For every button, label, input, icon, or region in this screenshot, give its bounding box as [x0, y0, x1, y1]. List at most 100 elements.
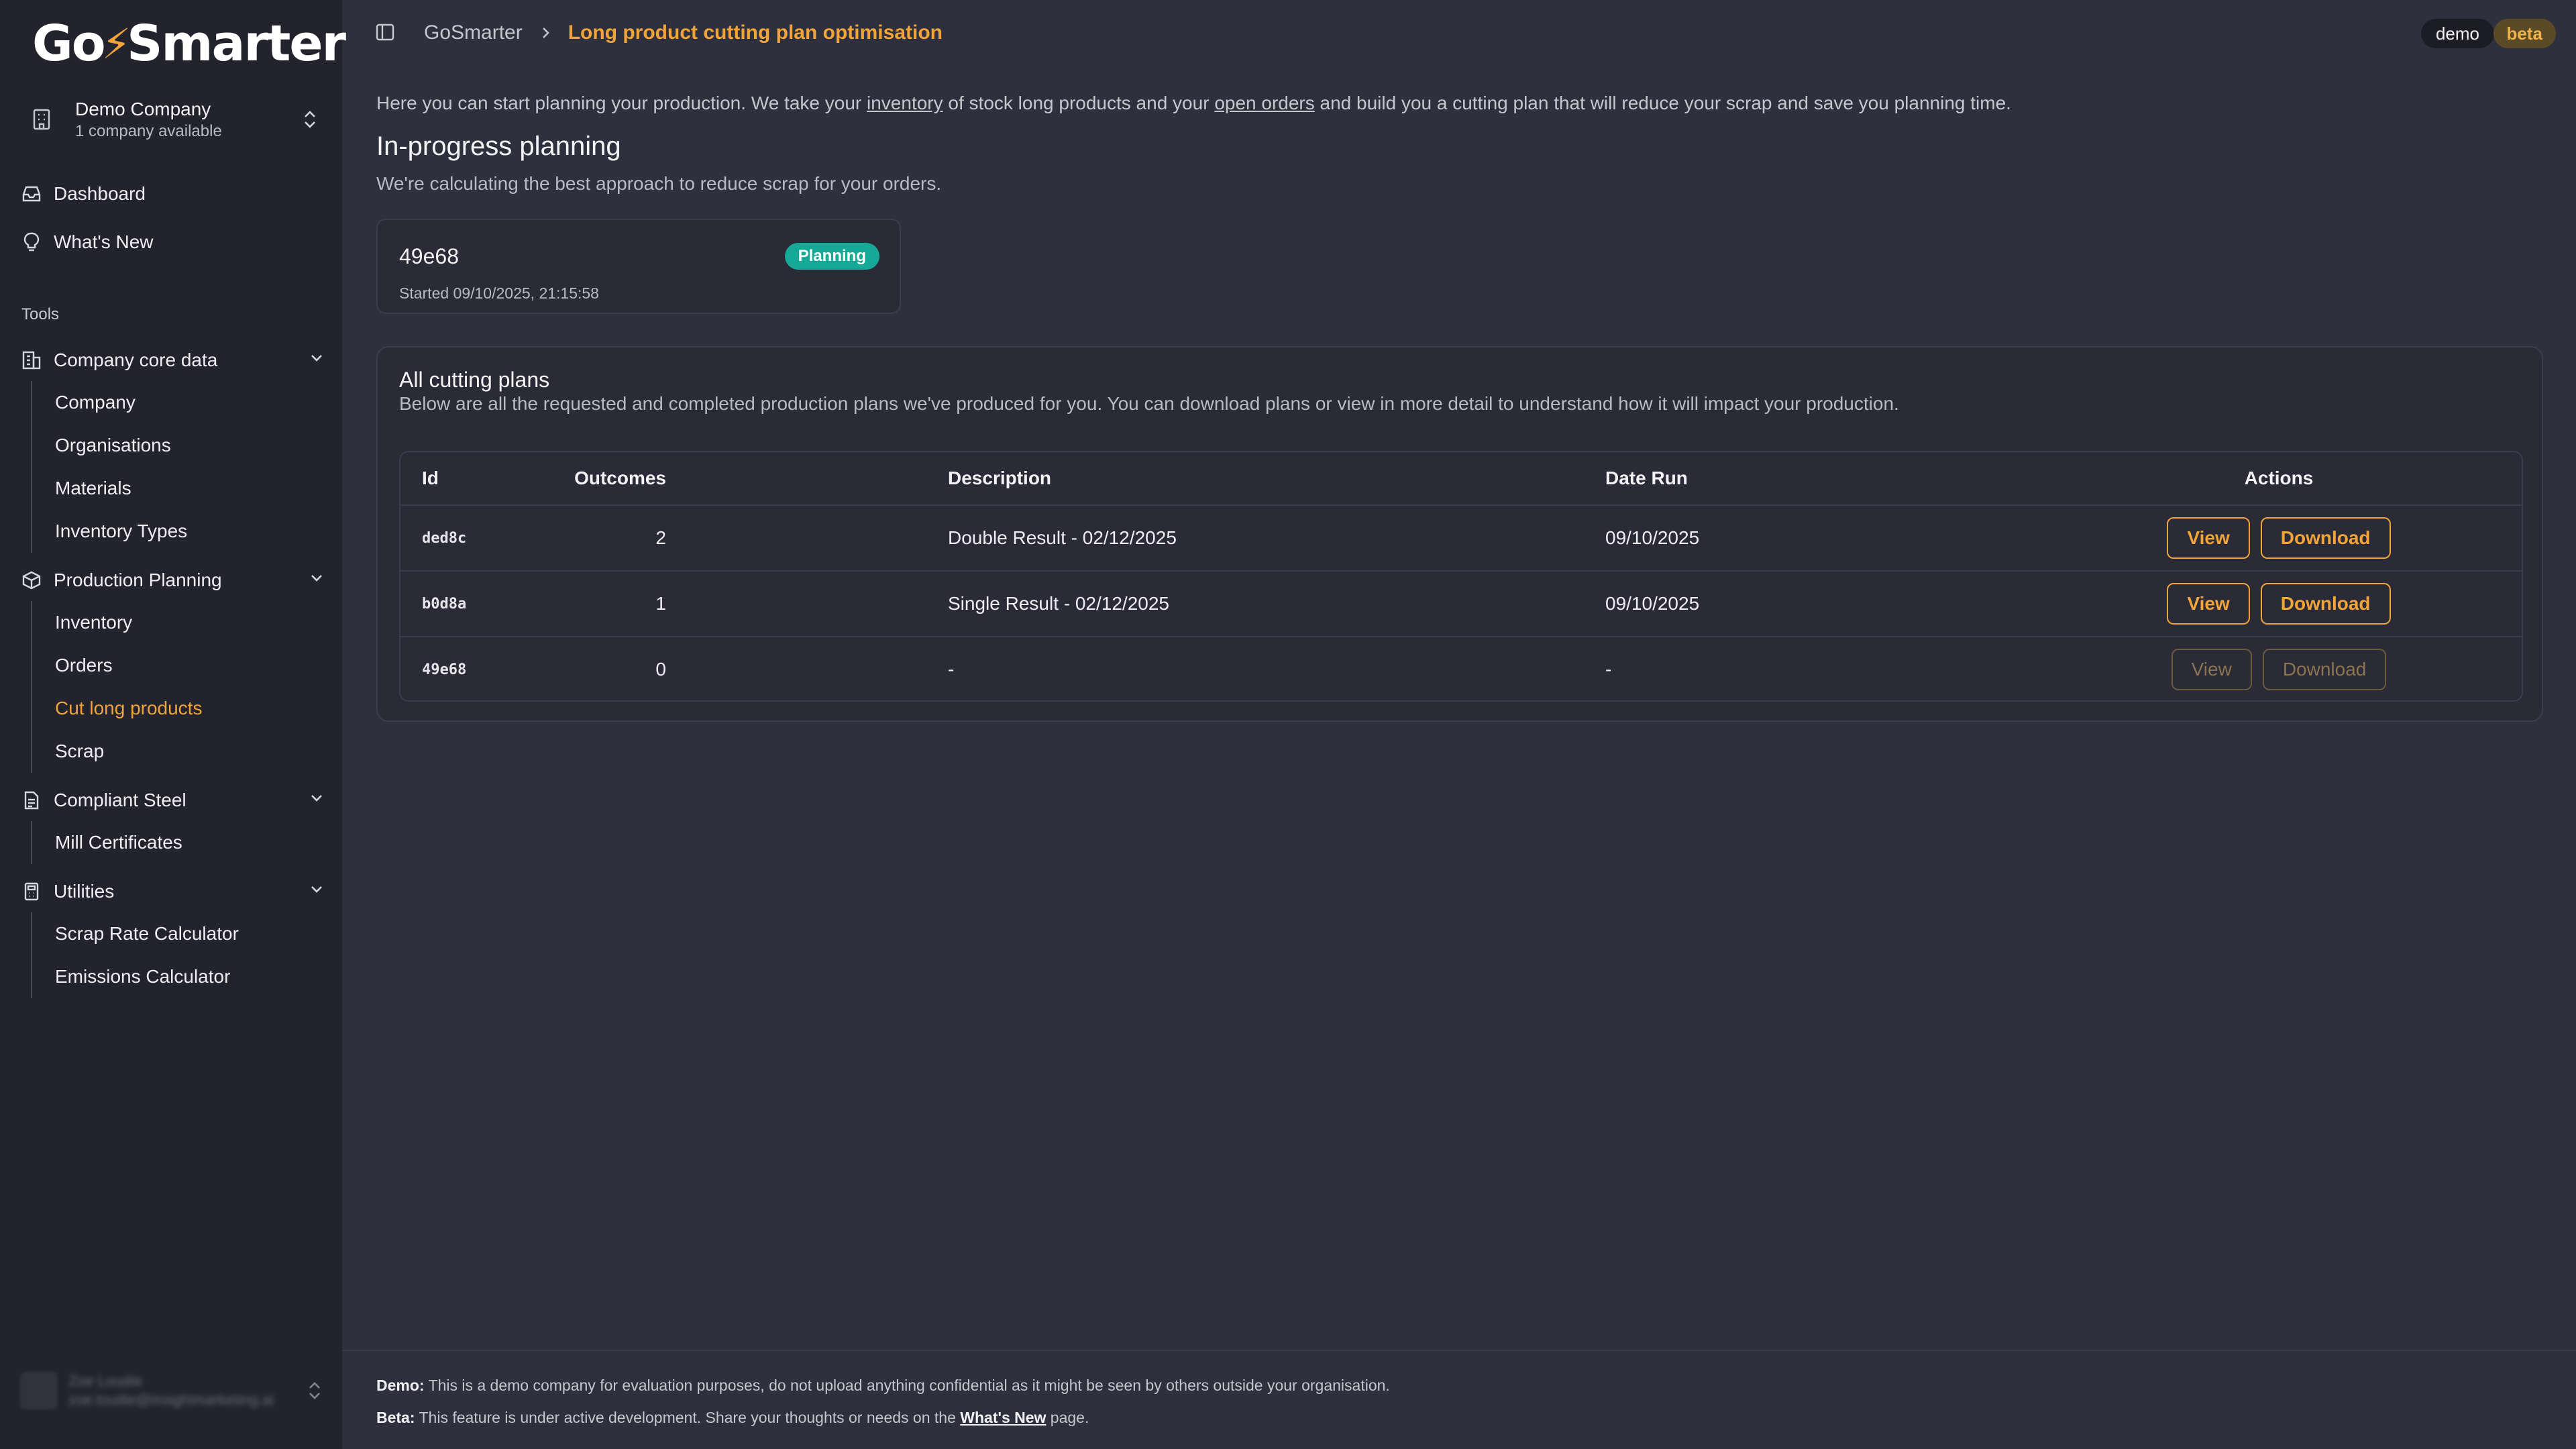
nav-inventory[interactable]: Inventory — [32, 601, 202, 644]
row-actions: View Download — [2118, 506, 2440, 570]
cutting-plans-title: All cutting plans — [399, 368, 550, 392]
avatar — [20, 1372, 58, 1409]
download-button-disabled: Download — [2262, 649, 2387, 690]
in-progress-plan-card[interactable]: 49e68 Planning Started 09/10/2025, 21:15… — [376, 219, 901, 314]
inventory-link[interactable]: inventory — [867, 93, 943, 113]
row-outcomes: 0 — [655, 659, 666, 680]
row-id: ded8c — [422, 529, 467, 547]
nav-dashboard[interactable]: Dashboard — [20, 177, 326, 211]
chevron-down-icon — [307, 789, 326, 808]
nav-orders[interactable]: Orders — [32, 644, 202, 687]
row-description: - — [948, 659, 955, 680]
user-name: Zoe Loudie — [68, 1373, 143, 1389]
building-icon — [20, 349, 43, 372]
cutting-plans-panel: All cutting plans Below are all the requ… — [376, 346, 2543, 722]
beta-badge: beta — [2493, 19, 2556, 48]
col-outcomes: Outcomes — [574, 468, 666, 488]
bolt-icon: ⚡ — [101, 19, 131, 68]
intro-text: Here you can start planning your product… — [376, 93, 2011, 113]
chevron-right-icon — [539, 25, 552, 41]
row-outcomes: 1 — [655, 593, 666, 614]
nav-company-core-data[interactable]: Company core data — [20, 343, 326, 377]
compliant-subnav: Mill Certificates — [31, 821, 182, 864]
beta-notice: Beta: This feature is under active devel… — [376, 1409, 1089, 1426]
nav-cut-long-products[interactable]: Cut long products — [32, 687, 202, 730]
nav-inventory-types[interactable]: Inventory Types — [32, 510, 187, 553]
row-outcomes: 2 — [655, 527, 666, 548]
chevrons-up-down-icon — [297, 109, 323, 130]
sidebar-toggle-icon[interactable] — [374, 21, 396, 43]
download-button[interactable]: Download — [2260, 583, 2391, 625]
row-description: Single Result - 02/12/2025 — [948, 593, 1169, 614]
col-description: Description — [948, 468, 1052, 488]
col-id: Id — [422, 468, 439, 488]
company-switcher[interactable]: Demo Company 1 company available — [21, 94, 323, 145]
table-row: b0d8a 1 Single Result - 02/12/2025 09/10… — [400, 572, 2522, 637]
cutting-plans-description: Below are all the requested and complete… — [399, 393, 1899, 414]
chevron-down-icon — [307, 569, 326, 588]
open-orders-link[interactable]: open orders — [1214, 93, 1314, 113]
row-date-run: 09/10/2025 — [1605, 593, 1700, 614]
chevron-down-icon — [307, 880, 326, 899]
view-button[interactable]: View — [2167, 517, 2250, 559]
table-row: 49e68 0 - - View Download — [400, 637, 2522, 700]
nav-compliant-steel[interactable]: Compliant Steel — [20, 784, 326, 817]
row-description: Double Result - 02/12/2025 — [948, 527, 1177, 548]
plan-id: 49e68 — [399, 244, 459, 268]
nav-company[interactable]: Company — [32, 381, 187, 424]
whats-new-link[interactable]: What's New — [960, 1409, 1046, 1426]
download-button[interactable]: Download — [2260, 517, 2391, 559]
row-actions: View Download — [2118, 572, 2440, 636]
view-button[interactable]: View — [2167, 583, 2250, 625]
nav-emissions-calculator[interactable]: Emissions Calculator — [32, 955, 239, 998]
company-name: Demo Company — [75, 99, 211, 119]
utilities-subnav: Scrap Rate Calculator Emissions Calculat… — [31, 912, 239, 998]
user-email: zoe.loudie@insightmarketing.ai — [68, 1391, 274, 1408]
in-progress-subtitle: We're calculating the best approach to r… — [376, 173, 942, 194]
building-icon — [21, 108, 62, 131]
row-id: b0d8a — [422, 595, 467, 612]
demo-notice: Demo: This is a demo company for evaluat… — [376, 1377, 1390, 1394]
cutting-plans-table: Id Outcomes Description Date Run Actions… — [399, 451, 2523, 702]
row-id: 49e68 — [422, 661, 467, 678]
breadcrumb: GoSmarter Long product cutting plan opti… — [424, 21, 943, 44]
breadcrumb-root[interactable]: GoSmarter — [424, 21, 523, 44]
calculator-icon — [20, 880, 43, 903]
nav-whats-new[interactable]: What's New — [20, 225, 326, 259]
file-text-icon — [20, 789, 43, 812]
user-menu[interactable]: Zoe Loudie zoe.loudie@insightmarketing.a… — [20, 1368, 322, 1413]
inbox-icon — [20, 182, 43, 205]
breadcrumb-current: Long product cutting plan optimisation — [568, 21, 943, 44]
nav-utilities[interactable]: Utilities — [20, 875, 326, 908]
tools-section-label: Tools — [21, 305, 60, 323]
chevrons-up-down-icon — [307, 1380, 322, 1401]
in-progress-title: In-progress planning — [376, 131, 621, 161]
nav-scrap-rate-calculator[interactable]: Scrap Rate Calculator — [32, 912, 239, 955]
lightbulb-icon — [20, 231, 43, 254]
status-badge: Planning — [784, 243, 879, 270]
table-header: Id Outcomes Description Date Run Actions — [400, 452, 2522, 506]
top-bar: GoSmarter Long product cutting plan opti… — [342, 0, 2576, 67]
app-logo[interactable]: Go ⚡ Smarter — [32, 15, 346, 72]
nav-mill-certificates[interactable]: Mill Certificates — [32, 821, 182, 864]
plan-started-at: Started 09/10/2025, 21:15:58 — [399, 284, 599, 302]
chevron-down-icon — [307, 349, 326, 368]
row-date-run: - — [1605, 659, 1612, 680]
package-icon — [20, 569, 43, 592]
view-button-disabled: View — [2171, 649, 2252, 690]
row-actions: View Download — [2118, 637, 2440, 700]
production-subnav: Inventory Orders Cut long products Scrap — [31, 601, 202, 773]
row-date-run: 09/10/2025 — [1605, 527, 1700, 548]
col-date-run: Date Run — [1605, 468, 1688, 488]
nav-materials[interactable]: Materials — [32, 467, 187, 510]
demo-badge: demo — [2420, 19, 2494, 48]
page-footer: Demo: This is a demo company for evaluat… — [342, 1350, 2576, 1449]
table-row: ded8c 2 Double Result - 02/12/2025 09/10… — [400, 506, 2522, 572]
nav-production-planning[interactable]: Production Planning — [20, 564, 326, 597]
col-actions: Actions — [2244, 468, 2314, 488]
sidebar: Go ⚡ Smarter Demo Company 1 company availa… — [0, 0, 346, 1449]
core-data-subnav: Company Organisations Materials Inventor… — [31, 381, 187, 553]
nav-organisations[interactable]: Organisations — [32, 424, 187, 467]
nav-scrap[interactable]: Scrap — [32, 730, 202, 773]
company-count: 1 company available — [75, 122, 222, 140]
